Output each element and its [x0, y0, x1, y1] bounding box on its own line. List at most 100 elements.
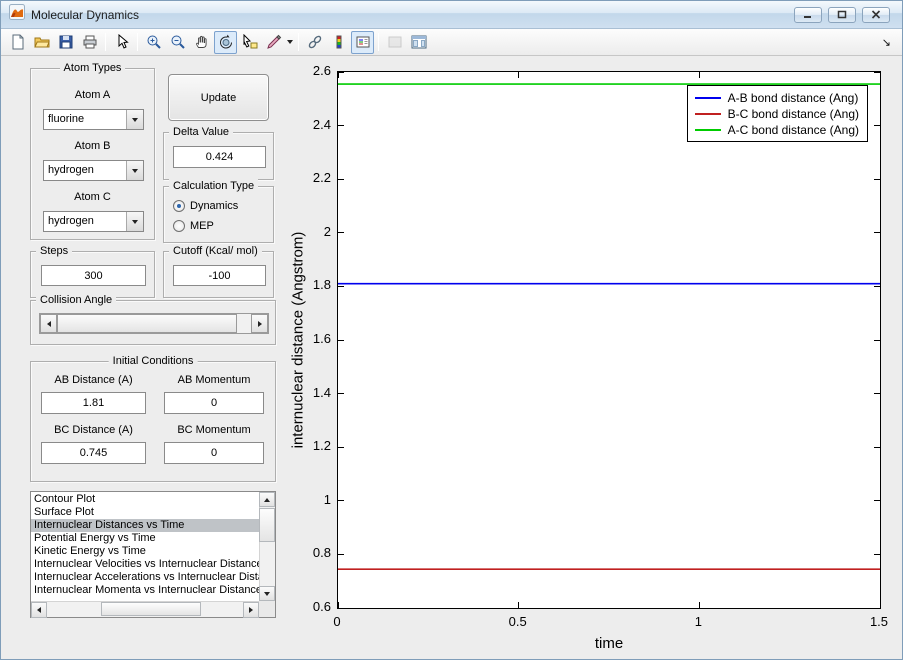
ab-distance-input[interactable]: 1.81: [41, 392, 146, 414]
new-figure-button[interactable]: [6, 31, 29, 54]
zoom-in-icon: [147, 35, 161, 49]
link-plot-button[interactable]: [303, 31, 326, 54]
insert-legend-button[interactable]: [351, 30, 374, 54]
list-item[interactable]: Contour Plot: [31, 493, 259, 506]
radio-dynamics[interactable]: Dynamics: [173, 200, 238, 212]
atom-b-dropdown-button[interactable]: [126, 161, 143, 180]
atom-a-value: fluorine: [48, 113, 85, 125]
scroll-right-button[interactable]: [243, 602, 259, 618]
initial-conditions-panel: Initial Conditions AB Distance (A) AB Mo…: [30, 354, 276, 482]
slider-right-button[interactable]: [251, 314, 268, 333]
vertical-scroll-thumb[interactable]: [259, 508, 275, 542]
arrow-right-icon: [249, 607, 253, 613]
chevron-down-icon: [286, 40, 293, 44]
cutoff-input[interactable]: -100: [173, 265, 266, 286]
atom-c-dropdown-button[interactable]: [126, 212, 143, 231]
plot-lines: [338, 83, 880, 570]
list-item[interactable]: Surface Plot: [31, 506, 259, 519]
radio-selected-icon: [173, 200, 185, 212]
arrow-down-icon: [264, 591, 270, 596]
atom-a-select[interactable]: fluorine: [43, 109, 144, 130]
close-button[interactable]: [862, 6, 890, 23]
list-item[interactable]: Kinetic Energy vs Time: [31, 545, 259, 558]
bc-distance-input[interactable]: 0.745: [41, 442, 146, 464]
arrow-left-icon: [46, 320, 51, 327]
delta-value-panel-title: Delta Value: [169, 125, 234, 139]
legend-entry: A-B bond distance (Ang): [694, 90, 859, 105]
bc-momentum-input[interactable]: 0: [164, 442, 264, 464]
list-item[interactable]: Internuclear Momenta vs Internuclear Dis…: [31, 584, 259, 597]
atom-a-label: Atom A: [74, 89, 111, 101]
x-tick-label: 0.5: [508, 614, 527, 629]
radio-mep-label: MEP: [190, 220, 214, 232]
pan-button[interactable]: [190, 31, 213, 54]
data-cursor-button[interactable]: [238, 31, 261, 54]
delta-value-panel: Delta Value 0.424: [163, 125, 274, 180]
rotate-3d-button[interactable]: [214, 30, 237, 54]
edit-plot-button[interactable]: [110, 31, 133, 54]
scrollbar-corner: [259, 601, 275, 617]
ab-momentum-input[interactable]: 0: [164, 392, 264, 414]
list-item[interactable]: Internuclear Accelerations vs Internucle…: [31, 571, 259, 584]
brush-dropdown-button[interactable]: [285, 31, 294, 54]
window-title: Molecular Dynamics: [31, 7, 140, 22]
x-tick-label: 1.5: [869, 614, 889, 629]
list-item[interactable]: Internuclear Velocities vs Internuclear …: [31, 558, 259, 571]
list-item[interactable]: Internuclear Distances vs Time: [31, 519, 259, 532]
delta-value-input[interactable]: 0.424: [173, 146, 266, 168]
legend-line-sample: [694, 96, 721, 99]
plot-type-listbox[interactable]: Contour Plot Surface Plot Internuclear Dis…: [30, 491, 276, 618]
scroll-up-button[interactable]: [259, 492, 275, 507]
plot-area[interactable]: A-B bond distance (Ang) B-C bond distance…: [337, 71, 881, 609]
toolbar-separator: [137, 33, 138, 51]
collision-angle-panel: Collision Angle: [30, 293, 276, 345]
atom-b-select[interactable]: hydrogen: [43, 160, 144, 181]
link-plot-icon: [308, 35, 321, 49]
open-file-button[interactable]: [30, 31, 53, 54]
cutoff-panel: Cutoff (Kcal/ mol) -100: [163, 244, 274, 298]
scroll-left-button[interactable]: [31, 602, 47, 618]
hide-plot-tools-button[interactable]: [383, 31, 406, 54]
vertical-scrollbar[interactable]: [259, 492, 275, 601]
zoom-out-button[interactable]: [166, 31, 189, 54]
data-cursor-icon: [243, 34, 257, 49]
show-plot-tools-button[interactable]: [407, 31, 430, 54]
horizontal-scrollbar[interactable]: [31, 601, 259, 618]
list-item[interactable]: Potential Energy vs Time: [31, 532, 259, 545]
rotate-3d-icon: [219, 34, 232, 49]
plot-type-list: Contour Plot Surface Plot Internuclear Dis…: [31, 492, 259, 601]
plot-legend[interactable]: A-B bond distance (Ang) B-C bond distance…: [686, 85, 868, 142]
x-axis-label: time: [594, 635, 624, 652]
legend-line-sample: [694, 128, 721, 131]
brush-button[interactable]: [262, 31, 285, 54]
minimize-button[interactable]: [794, 6, 822, 23]
print-figure-icon: [83, 35, 96, 49]
arrow-right-icon: [257, 320, 262, 327]
atom-a-dropdown-button[interactable]: [126, 110, 143, 129]
slider-thumb[interactable]: [57, 314, 237, 333]
new-figure-icon: [12, 34, 23, 50]
brush-icon: [266, 34, 281, 49]
toolbar-overflow-icon[interactable]: ↘: [882, 36, 897, 49]
zoom-in-button[interactable]: [142, 31, 165, 54]
save-figure-icon: [59, 35, 72, 49]
radio-mep[interactable]: MEP: [173, 220, 214, 232]
legend-label: A-C bond distance (Ang): [727, 122, 859, 137]
save-figure-button[interactable]: [54, 31, 77, 54]
collision-angle-slider[interactable]: [39, 313, 269, 334]
scroll-down-button[interactable]: [259, 586, 275, 601]
maximize-button[interactable]: [828, 6, 856, 23]
slider-left-button[interactable]: [40, 314, 57, 333]
steps-input[interactable]: 300: [41, 265, 146, 286]
title-bar[interactable]: Molecular Dynamics: [1, 1, 902, 29]
update-button[interactable]: Update: [168, 74, 269, 121]
radio-unselected-icon: [173, 220, 185, 232]
atom-c-select[interactable]: hydrogen: [43, 211, 144, 232]
toolbar-separator: [298, 33, 299, 51]
atom-b-value: hydrogen: [48, 164, 94, 176]
print-figure-button[interactable]: [78, 31, 101, 54]
y-tick-label: 2.6: [312, 63, 331, 78]
horizontal-scroll-thumb[interactable]: [101, 602, 201, 616]
y-tick-label: 2.2: [312, 170, 331, 186]
insert-colorbar-button[interactable]: [327, 31, 350, 54]
